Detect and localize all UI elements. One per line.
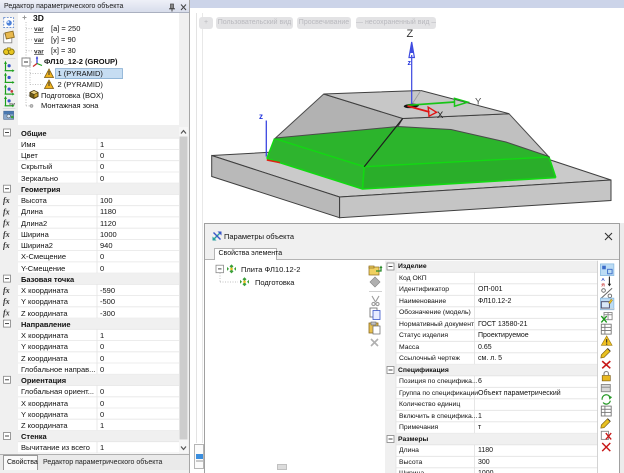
svg-text:Я: Я bbox=[601, 283, 605, 289]
svg-text:fx: fx bbox=[3, 207, 10, 216]
svg-text:fx: fx bbox=[3, 297, 10, 306]
svg-text:X: X bbox=[437, 110, 444, 121]
svg-text:z: z bbox=[408, 60, 412, 67]
svg-text:А: А bbox=[601, 277, 605, 283]
svg-text:fx: fx bbox=[3, 286, 10, 295]
svg-text:fx: fx bbox=[3, 230, 10, 239]
svg-text:Y: Y bbox=[475, 97, 482, 108]
svg-text:z: z bbox=[259, 112, 263, 121]
svg-text:fx: fx bbox=[3, 308, 10, 317]
svg-text:fx: fx bbox=[3, 219, 10, 228]
svg-text:Z: Z bbox=[407, 28, 414, 40]
svg-text:fx: fx bbox=[3, 196, 10, 205]
svg-text:fx: fx bbox=[3, 241, 10, 250]
